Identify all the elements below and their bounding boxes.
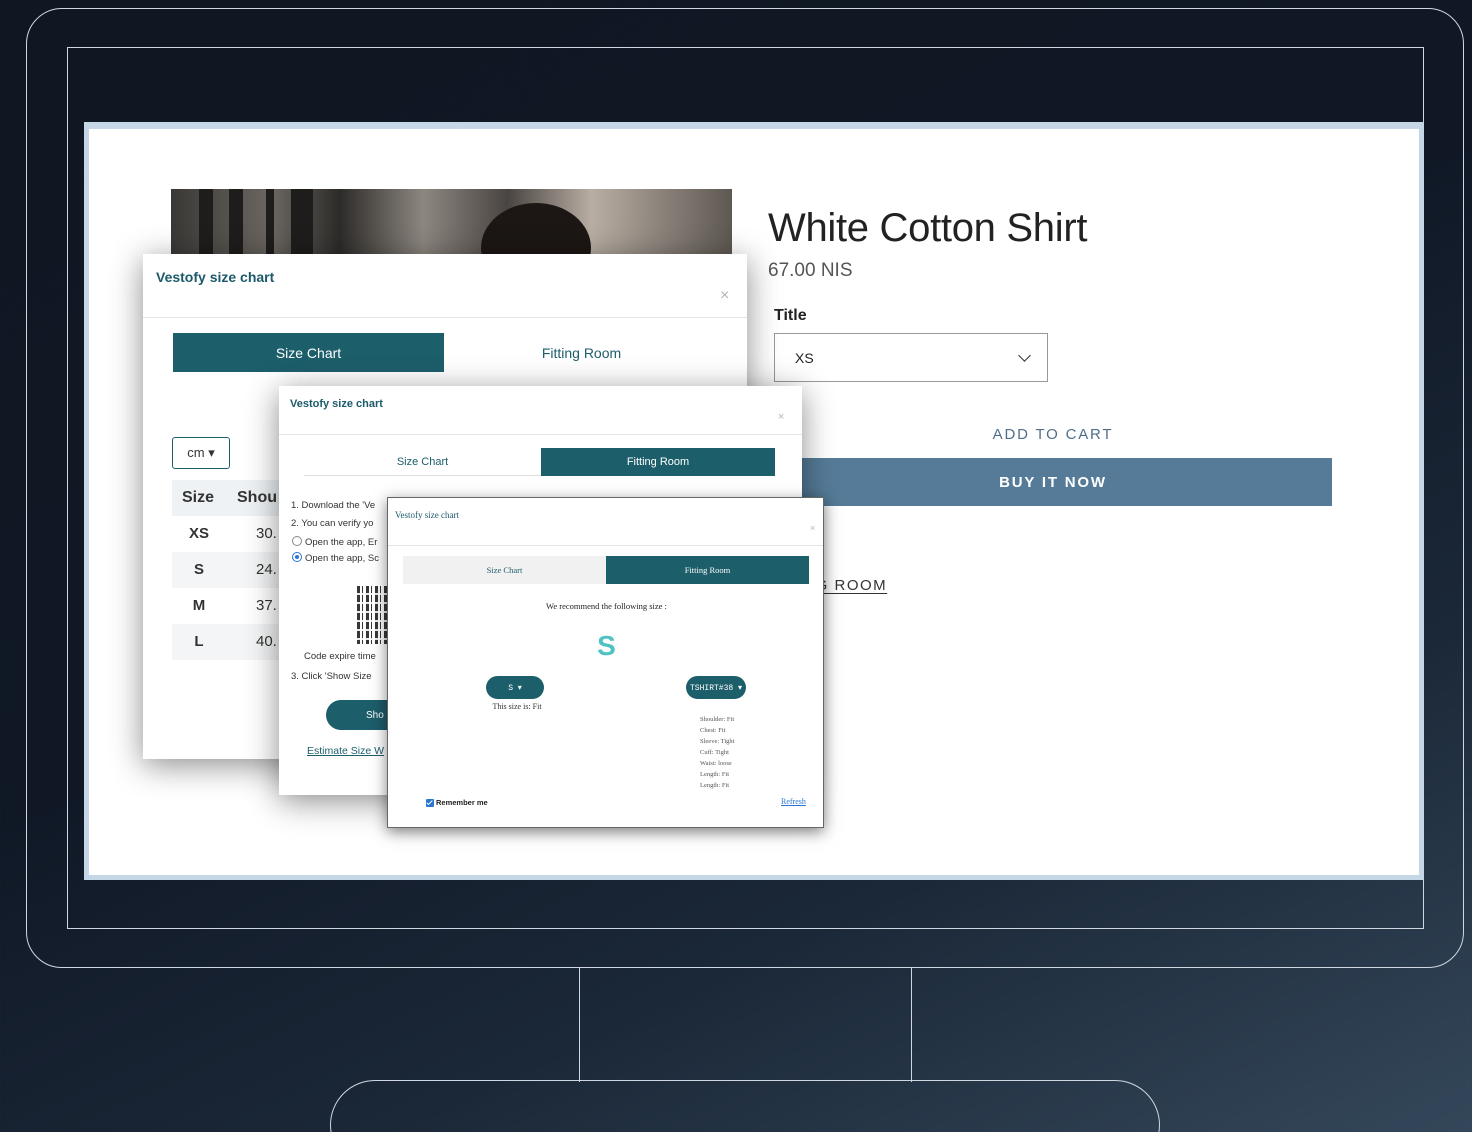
- code-expire-text: Code expire time: [304, 651, 376, 662]
- tab-fitting-room[interactable]: Fitting Room: [541, 448, 775, 476]
- recommendation-text: We recommend the following size :: [546, 601, 667, 611]
- divider: [143, 317, 747, 318]
- close-icon[interactable]: ×: [778, 411, 784, 423]
- close-icon[interactable]: ×: [720, 287, 729, 305]
- close-icon[interactable]: ×: [810, 523, 815, 533]
- row-value: 30.: [256, 525, 277, 542]
- fit-detail: Chest: Fit: [700, 727, 726, 734]
- estimate-size-link[interactable]: Estimate Size W: [307, 745, 384, 757]
- row-size: M: [192, 597, 206, 614]
- row-value: 37.: [256, 597, 277, 614]
- fit-status-text: This size is: Fit: [492, 702, 542, 711]
- radio-option-b[interactable]: [292, 552, 302, 562]
- chevron-down-icon: [1018, 349, 1031, 362]
- row-value: 24.: [256, 561, 277, 578]
- divider: [279, 434, 802, 435]
- instruction-step-1: 1. Download the 'Ve: [291, 500, 376, 511]
- recommendation-modal: Vestofy size chart × Size Chart Fitting …: [387, 497, 824, 828]
- unit-dropdown[interactable]: cm ▾: [172, 437, 230, 469]
- row-value: 40.: [256, 633, 277, 650]
- fit-detail: Sleeve: Tight: [700, 738, 735, 745]
- qr-code-icon: [357, 586, 387, 644]
- size-select-value: XS: [795, 349, 814, 366]
- refresh-link[interactable]: Refresh: [781, 797, 806, 806]
- fit-detail: Cuff: Tight: [700, 749, 729, 756]
- product-title: White Cotton Shirt: [768, 206, 1088, 250]
- add-to-cart-button[interactable]: ADD TO CART: [774, 416, 1332, 452]
- modal-title: Vestofy size chart: [395, 510, 459, 520]
- option-b-label: Open the app, Sc: [305, 553, 379, 564]
- remember-me-checkbox[interactable]: Remember me: [426, 798, 488, 807]
- product-price: 67.00 NIS: [768, 260, 853, 281]
- instruction-step-3: 3. Click 'Show Size: [291, 671, 372, 682]
- fit-detail: Length: Fit: [700, 782, 730, 789]
- fit-detail: Length: Fit: [700, 771, 730, 778]
- row-size: XS: [188, 525, 209, 542]
- row-size: S: [193, 561, 204, 578]
- product-image: [171, 189, 732, 259]
- fit-detail: Shoulder: Fit: [700, 716, 735, 723]
- modal-title: Vestofy size chart: [156, 269, 275, 285]
- recommended-size: S: [597, 630, 616, 661]
- radio-option-a[interactable]: [292, 536, 302, 546]
- header-shoulder: Shou: [237, 489, 277, 506]
- checkbox-checked-icon: [426, 798, 434, 807]
- tab-fitting-room[interactable]: Fitting Room: [606, 556, 809, 584]
- option-a-label: Open the app, Er: [305, 537, 378, 548]
- header-size: Size: [182, 489, 215, 506]
- tab-size-chart[interactable]: Size Chart: [403, 556, 606, 584]
- garment-dropdown[interactable]: TSHIRT#38 ▾: [686, 676, 746, 699]
- row-size: L: [194, 633, 204, 650]
- modal-title: Vestofy size chart: [290, 398, 383, 410]
- fit-details-list: Shoulder: Fit Chest: Fit Sleeve: Tight C…: [700, 714, 735, 791]
- option-label: Title: [774, 307, 807, 324]
- buy-now-button[interactable]: BUY IT NOW: [774, 458, 1332, 506]
- tab-size-chart[interactable]: Size Chart: [304, 448, 541, 476]
- fit-detail: Waist: loose: [700, 760, 732, 767]
- remember-me-label: Remember me: [436, 798, 488, 807]
- monitor-stand-neck: [579, 967, 912, 1082]
- divider: [388, 545, 823, 546]
- size-dropdown[interactable]: S ▾: [486, 676, 544, 699]
- size-select[interactable]: XS: [774, 333, 1048, 382]
- monitor-stand-base: [330, 1080, 1160, 1132]
- tab-size-chart[interactable]: Size Chart: [173, 333, 444, 372]
- tab-fitting-room[interactable]: Fitting Room: [444, 333, 719, 372]
- instruction-step-2: 2. You can verify yo: [291, 518, 374, 529]
